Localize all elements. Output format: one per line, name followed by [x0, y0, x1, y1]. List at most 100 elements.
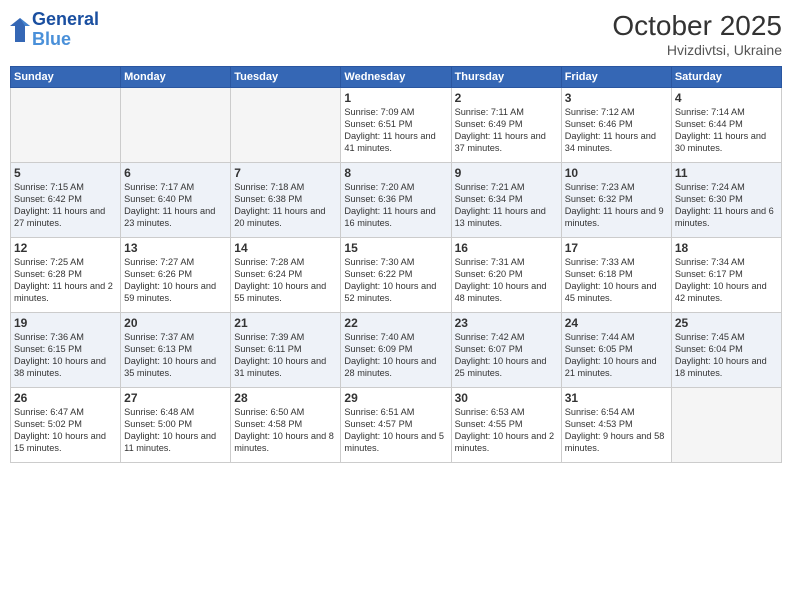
- day-info: Sunrise: 7:20 AM Sunset: 6:36 PM Dayligh…: [344, 182, 447, 230]
- weekday-header: Tuesday: [231, 67, 341, 88]
- calendar-cell: 25Sunrise: 7:45 AM Sunset: 6:04 PM Dayli…: [671, 313, 781, 388]
- day-info: Sunrise: 6:54 AM Sunset: 4:53 PM Dayligh…: [565, 407, 668, 455]
- day-number: 26: [14, 391, 117, 405]
- calendar-week-row: 12 Sunrise: 7:25 AM Sunset: 6:28 PM Dayli…: [11, 238, 782, 313]
- day-info: Sunrise: 7:30 AM Sunset: 6:22 PM Dayligh…: [344, 257, 447, 305]
- weekday-header: Saturday: [671, 67, 781, 88]
- day-number: 31: [565, 391, 668, 405]
- calendar-cell: 10 Sunrise: 7:23 AM Sunset: 6:32 PM Dayli…: [561, 163, 671, 238]
- weekday-header: Sunday: [11, 67, 121, 88]
- calendar-cell: 23 Sunrise: 7:42 AM Sunset: 6:07 PM Dayli…: [451, 313, 561, 388]
- calendar-cell: 24 Sunrise: 7:44 AM Sunset: 6:05 PM Dayli…: [561, 313, 671, 388]
- day-number: 30: [455, 391, 558, 405]
- day-info: Sunrise: 7:42 AM Sunset: 6:07 PM Dayligh…: [455, 332, 558, 380]
- weekday-header: Friday: [561, 67, 671, 88]
- calendar-cell: 11 Sunrise: 7:24 AM Sunset: 6:30 PM Dayli…: [671, 163, 781, 238]
- calendar-cell: 29 Sunrise: 6:51 AM Sunset: 4:57 PM Dayli…: [341, 388, 451, 463]
- calendar-cell: 28 Sunrise: 6:50 AM Sunset: 4:58 PM Dayli…: [231, 388, 341, 463]
- calendar-cell: 30 Sunrise: 6:53 AM Sunset: 4:55 PM Dayli…: [451, 388, 561, 463]
- weekday-header: Thursday: [451, 67, 561, 88]
- calendar-cell: [231, 88, 341, 163]
- calendar-cell: 26 Sunrise: 6:47 AM Sunset: 5:02 PM Dayli…: [11, 388, 121, 463]
- calendar-cell: 5Sunrise: 7:15 AM Sunset: 6:42 PM Daylig…: [11, 163, 121, 238]
- day-info: Sunrise: 6:53 AM Sunset: 4:55 PM Dayligh…: [455, 407, 558, 455]
- calendar-table: SundayMondayTuesdayWednesdayThursdayFrid…: [10, 66, 782, 463]
- day-number: 9: [455, 166, 558, 180]
- title-section: October 2025 Hvizdivtsi, Ukraine: [612, 10, 782, 58]
- logo-text: General Blue: [32, 10, 99, 50]
- day-number: 21: [234, 316, 337, 330]
- calendar-cell: 18 Sunrise: 7:34 AM Sunset: 6:17 PM Dayli…: [671, 238, 781, 313]
- day-number: 22: [344, 316, 447, 330]
- day-number: 29: [344, 391, 447, 405]
- calendar-week-row: 26 Sunrise: 6:47 AM Sunset: 5:02 PM Dayli…: [11, 388, 782, 463]
- header: General Blue October 2025 Hvizdivtsi, Uk…: [10, 10, 782, 58]
- calendar-cell: 16 Sunrise: 7:31 AM Sunset: 6:20 PM Dayli…: [451, 238, 561, 313]
- day-info: Sunrise: 7:25 AM Sunset: 6:28 PM Dayligh…: [14, 257, 117, 305]
- calendar-cell: 22Sunrise: 7:40 AM Sunset: 6:09 PM Dayli…: [341, 313, 451, 388]
- day-info: Sunrise: 7:09 AM Sunset: 6:51 PM Dayligh…: [344, 107, 447, 155]
- day-number: 15: [344, 241, 447, 255]
- day-number: 14: [234, 241, 337, 255]
- day-number: 18: [675, 241, 778, 255]
- day-number: 7: [234, 166, 337, 180]
- calendar-cell: 1Sunrise: 7:09 AM Sunset: 6:51 PM Daylig…: [341, 88, 451, 163]
- day-info: Sunrise: 7:36 AM Sunset: 6:15 PM Dayligh…: [14, 332, 117, 380]
- logo-icon: [10, 18, 30, 42]
- weekday-header: Wednesday: [341, 67, 451, 88]
- day-info: Sunrise: 6:47 AM Sunset: 5:02 PM Dayligh…: [14, 407, 117, 455]
- day-number: 6: [124, 166, 227, 180]
- calendar-cell: 8Sunrise: 7:20 AM Sunset: 6:36 PM Daylig…: [341, 163, 451, 238]
- day-info: Sunrise: 7:39 AM Sunset: 6:11 PM Dayligh…: [234, 332, 337, 380]
- day-number: 24: [565, 316, 668, 330]
- calendar-cell: 20Sunrise: 7:37 AM Sunset: 6:13 PM Dayli…: [121, 313, 231, 388]
- day-info: Sunrise: 7:27 AM Sunset: 6:26 PM Dayligh…: [124, 257, 227, 305]
- calendar-cell: 13Sunrise: 7:27 AM Sunset: 6:26 PM Dayli…: [121, 238, 231, 313]
- calendar-cell: 12 Sunrise: 7:25 AM Sunset: 6:28 PM Dayli…: [11, 238, 121, 313]
- day-info: Sunrise: 6:50 AM Sunset: 4:58 PM Dayligh…: [234, 407, 337, 455]
- day-number: 3: [565, 91, 668, 105]
- day-number: 12: [14, 241, 117, 255]
- day-info: Sunrise: 7:33 AM Sunset: 6:18 PM Dayligh…: [565, 257, 668, 305]
- day-info: Sunrise: 7:14 AM Sunset: 6:44 PM Dayligh…: [675, 107, 778, 155]
- day-number: 17: [565, 241, 668, 255]
- day-number: 20: [124, 316, 227, 330]
- day-info: Sunrise: 7:12 AM Sunset: 6:46 PM Dayligh…: [565, 107, 668, 155]
- calendar-week-row: 19 Sunrise: 7:36 AM Sunset: 6:15 PM Dayli…: [11, 313, 782, 388]
- day-number: 25: [675, 316, 778, 330]
- month-title: October 2025: [612, 10, 782, 42]
- day-info: Sunrise: 7:18 AM Sunset: 6:38 PM Dayligh…: [234, 182, 337, 230]
- day-info: Sunrise: 7:44 AM Sunset: 6:05 PM Dayligh…: [565, 332, 668, 380]
- calendar-cell: 2Sunrise: 7:11 AM Sunset: 6:49 PM Daylig…: [451, 88, 561, 163]
- day-info: Sunrise: 7:31 AM Sunset: 6:20 PM Dayligh…: [455, 257, 558, 305]
- subtitle: Hvizdivtsi, Ukraine: [612, 42, 782, 58]
- day-info: Sunrise: 7:23 AM Sunset: 6:32 PM Dayligh…: [565, 182, 668, 230]
- weekday-header: Monday: [121, 67, 231, 88]
- day-info: Sunrise: 7:17 AM Sunset: 6:40 PM Dayligh…: [124, 182, 227, 230]
- day-info: Sunrise: 7:24 AM Sunset: 6:30 PM Dayligh…: [675, 182, 778, 230]
- logo-line1: General: [32, 10, 99, 30]
- calendar-cell: [11, 88, 121, 163]
- calendar-cell: 14Sunrise: 7:28 AM Sunset: 6:24 PM Dayli…: [231, 238, 341, 313]
- day-info: Sunrise: 6:51 AM Sunset: 4:57 PM Dayligh…: [344, 407, 447, 455]
- calendar-cell: 6 Sunrise: 7:17 AM Sunset: 6:40 PM Daylig…: [121, 163, 231, 238]
- day-number: 23: [455, 316, 558, 330]
- calendar-week-row: 1Sunrise: 7:09 AM Sunset: 6:51 PM Daylig…: [11, 88, 782, 163]
- day-number: 16: [455, 241, 558, 255]
- calendar-cell: 4Sunrise: 7:14 AM Sunset: 6:44 PM Daylig…: [671, 88, 781, 163]
- day-info: Sunrise: 6:48 AM Sunset: 5:00 PM Dayligh…: [124, 407, 227, 455]
- calendar-cell: 9Sunrise: 7:21 AM Sunset: 6:34 PM Daylig…: [451, 163, 561, 238]
- day-number: 11: [675, 166, 778, 180]
- calendar-cell: 17 Sunrise: 7:33 AM Sunset: 6:18 PM Dayli…: [561, 238, 671, 313]
- day-info: Sunrise: 7:11 AM Sunset: 6:49 PM Dayligh…: [455, 107, 558, 155]
- calendar-cell: 21 Sunrise: 7:39 AM Sunset: 6:11 PM Dayli…: [231, 313, 341, 388]
- day-number: 10: [565, 166, 668, 180]
- calendar-week-row: 5Sunrise: 7:15 AM Sunset: 6:42 PM Daylig…: [11, 163, 782, 238]
- day-info: Sunrise: 7:34 AM Sunset: 6:17 PM Dayligh…: [675, 257, 778, 305]
- calendar-cell: 27 Sunrise: 6:48 AM Sunset: 5:00 PM Dayli…: [121, 388, 231, 463]
- day-number: 27: [124, 391, 227, 405]
- day-number: 19: [14, 316, 117, 330]
- logo-line2: Blue: [32, 30, 99, 50]
- day-number: 28: [234, 391, 337, 405]
- calendar-cell: 3 Sunrise: 7:12 AM Sunset: 6:46 PM Daylig…: [561, 88, 671, 163]
